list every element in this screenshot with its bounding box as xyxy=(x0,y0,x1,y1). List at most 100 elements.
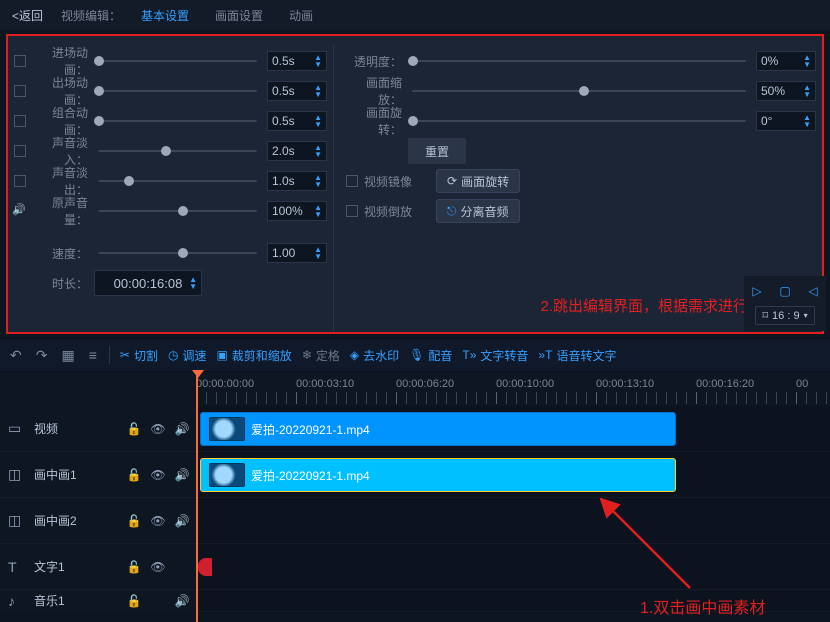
clip-name: 爱拍-20220921-1.mp4 xyxy=(251,467,370,484)
combo-anim-slider[interactable] xyxy=(94,114,261,128)
combo-anim-value[interactable]: 0.5s▲▼ xyxy=(267,111,327,131)
back-button[interactable]: <返回 xyxy=(8,5,47,26)
combo-anim-label: 组合动画： xyxy=(32,104,88,138)
exit-anim-checkbox[interactable] xyxy=(14,85,26,97)
track-pip2: ◫ 画中画2 🔓 👁 🔊 xyxy=(0,498,830,544)
speaker-icon[interactable]: 🔊 xyxy=(174,468,190,482)
volume-value[interactable]: 100%▲▼ xyxy=(267,201,327,221)
ruler-label: 00:00:06:20 xyxy=(396,378,454,390)
tab-canvas[interactable]: 画面设置 xyxy=(209,5,269,26)
video-clip[interactable]: 爱拍-20220921-1.mp4 xyxy=(200,412,676,446)
list-icon[interactable]: ≡ xyxy=(87,347,99,363)
snow-icon: ❄ xyxy=(302,348,312,362)
crop-button[interactable]: ▣裁剪和缩放 xyxy=(216,347,291,364)
fade-out-checkbox[interactable] xyxy=(14,175,26,187)
eye-icon[interactable]: 👁 xyxy=(150,514,166,528)
track-pip1: ◫ 画中画1 🔓 👁 🔊 爱拍-20220921-1.mp4 xyxy=(0,452,830,498)
timeline-ruler[interactable]: 00:00:00:00 00:00:03:10 00:00:06:20 00:0… xyxy=(0,372,830,406)
play-icon[interactable]: ▷ xyxy=(748,282,766,300)
cut-button[interactable]: ✂切割 xyxy=(120,347,158,364)
speaker-icon[interactable]: 🔊 xyxy=(174,422,190,436)
speaker-icon[interactable]: 🔊 xyxy=(174,514,190,528)
rotate-label: 画面旋转： xyxy=(346,104,402,138)
lock-icon[interactable]: 🔓 xyxy=(126,468,142,482)
combo-anim-checkbox[interactable] xyxy=(14,115,26,127)
pip-track-icon: ◫ xyxy=(8,512,26,529)
fade-out-value[interactable]: 1.0s▲▼ xyxy=(267,171,327,191)
eye-icon[interactable]: 👁 xyxy=(150,422,166,436)
grid-icon[interactable]: ▦ xyxy=(59,347,76,364)
reset-row: 重置 xyxy=(346,136,816,166)
gauge-icon: ◷ xyxy=(168,348,178,362)
speed-button[interactable]: ◷调速 xyxy=(168,347,207,364)
lock-icon[interactable]: 🔓 xyxy=(126,594,142,608)
undo-icon[interactable]: ↶ xyxy=(8,347,24,364)
tab-basic[interactable]: 基本设置 xyxy=(135,5,195,26)
fade-in-slider[interactable] xyxy=(94,144,261,158)
opacity-slider[interactable] xyxy=(408,54,750,68)
tts-button[interactable]: T»文字转音 xyxy=(462,347,528,364)
volume-slider[interactable] xyxy=(94,204,261,218)
tab-animation[interactable]: 动画 xyxy=(283,5,319,26)
eye-icon[interactable]: 👁 xyxy=(150,560,166,574)
enter-anim-slider[interactable] xyxy=(94,54,261,68)
enter-anim-label: 进场动画： xyxy=(32,44,88,78)
timeline: 00:00:00:00 00:00:03:10 00:00:06:20 00:0… xyxy=(0,372,830,622)
video-track-icon: ▭ xyxy=(8,420,26,437)
scale-value[interactable]: 50%▲▼ xyxy=(756,81,816,101)
playhead[interactable] xyxy=(196,372,198,622)
scale-slider[interactable] xyxy=(408,84,750,98)
rotate-slider[interactable] xyxy=(408,114,750,128)
lock-icon[interactable]: 🔓 xyxy=(126,560,142,574)
exit-anim-slider[interactable] xyxy=(94,84,261,98)
aspect-ratio-selector[interactable]: ⌑ 16 : 9 ▾ xyxy=(755,306,814,325)
exit-anim-row: 出场动画： 0.5s▲▼ xyxy=(14,76,327,106)
stop-icon[interactable]: ▢ xyxy=(776,282,794,300)
annotation-1: 1.双击画中画素材 xyxy=(640,594,765,618)
enter-anim-value[interactable]: 0.5s▲▼ xyxy=(267,51,327,71)
fade-in-value[interactable]: 2.0s▲▼ xyxy=(267,141,327,161)
tts-icon: T» xyxy=(462,348,476,362)
rotate-row: 画面旋转： 0°▲▼ xyxy=(346,106,816,136)
track-body[interactable] xyxy=(196,498,830,543)
redo-icon[interactable]: ↷ xyxy=(34,347,50,364)
track-header: T 文字1 🔓 👁 🔊 xyxy=(0,544,196,589)
freeze-button[interactable]: ❄定格 xyxy=(302,347,340,364)
stt-button[interactable]: »T语音转文字 xyxy=(538,347,616,364)
track-body[interactable]: 爱拍-20220921-1.mp4 xyxy=(196,406,830,451)
duration-value[interactable]: 00:00:16:08▲▼ xyxy=(94,270,202,296)
rotate-value[interactable]: 0°▲▼ xyxy=(756,111,816,131)
fade-out-label: 声音淡出： xyxy=(32,164,88,198)
split-audio-button[interactable]: ⎋分离音频 xyxy=(436,199,520,223)
dub-button[interactable]: 🎙配音 xyxy=(409,347,452,364)
speed-slider[interactable] xyxy=(94,246,261,260)
canvas-rotate-button[interactable]: ⟳画面旋转 xyxy=(436,169,520,193)
opacity-value[interactable]: 0%▲▼ xyxy=(756,51,816,71)
fade-out-slider[interactable] xyxy=(94,174,261,188)
track-body[interactable] xyxy=(196,544,830,589)
track-body[interactable]: 爱拍-20220921-1.mp4 xyxy=(196,452,830,497)
crop-icon: ▣ xyxy=(216,348,227,362)
tracks-container: ▭ 视频 🔓 👁 🔊 爱拍-20220921-1.mp4 ◫ 画中画1 🔓 👁 … xyxy=(0,406,830,612)
pip-clip-selected[interactable]: 爱拍-20220921-1.mp4 xyxy=(200,458,676,492)
reset-button[interactable]: 重置 xyxy=(408,138,466,164)
enter-anim-checkbox[interactable] xyxy=(14,55,26,67)
reverse-checkbox[interactable]: 视频倒放 xyxy=(346,203,412,220)
exit-anim-value[interactable]: 0.5s▲▼ xyxy=(267,81,327,101)
lock-icon[interactable]: 🔓 xyxy=(126,514,142,528)
fade-in-checkbox[interactable] xyxy=(14,145,26,157)
prev-frame-icon[interactable]: ◁ xyxy=(804,282,822,300)
speaker-icon[interactable]: 🔊 xyxy=(174,594,190,608)
track-add-icon[interactable] xyxy=(198,558,212,576)
track-video: ▭ 视频 🔓 👁 🔊 爱拍-20220921-1.mp4 xyxy=(0,406,830,452)
exit-anim-label: 出场动画： xyxy=(32,74,88,108)
top-nav: <返回 视频编辑： 基本设置 画面设置 动画 xyxy=(0,0,830,30)
watermark-button[interactable]: ◈去水印 xyxy=(350,347,399,364)
eye-icon[interactable]: 👁 xyxy=(150,468,166,482)
fade-out-row: 声音淡出： 1.0s▲▼ xyxy=(14,166,327,196)
lock-icon[interactable]: 🔓 xyxy=(126,422,142,436)
mirror-checkbox[interactable]: 视频镜像 xyxy=(346,173,412,190)
speed-value[interactable]: 1.00▲▼ xyxy=(267,243,327,263)
timeline-toolbar: ↶ ↷ ▦ ≡ ✂切割 ◷调速 ▣裁剪和缩放 ❄定格 ◈去水印 🎙配音 T»文字… xyxy=(0,338,830,372)
scale-row: 画面缩放： 50%▲▼ xyxy=(346,76,816,106)
